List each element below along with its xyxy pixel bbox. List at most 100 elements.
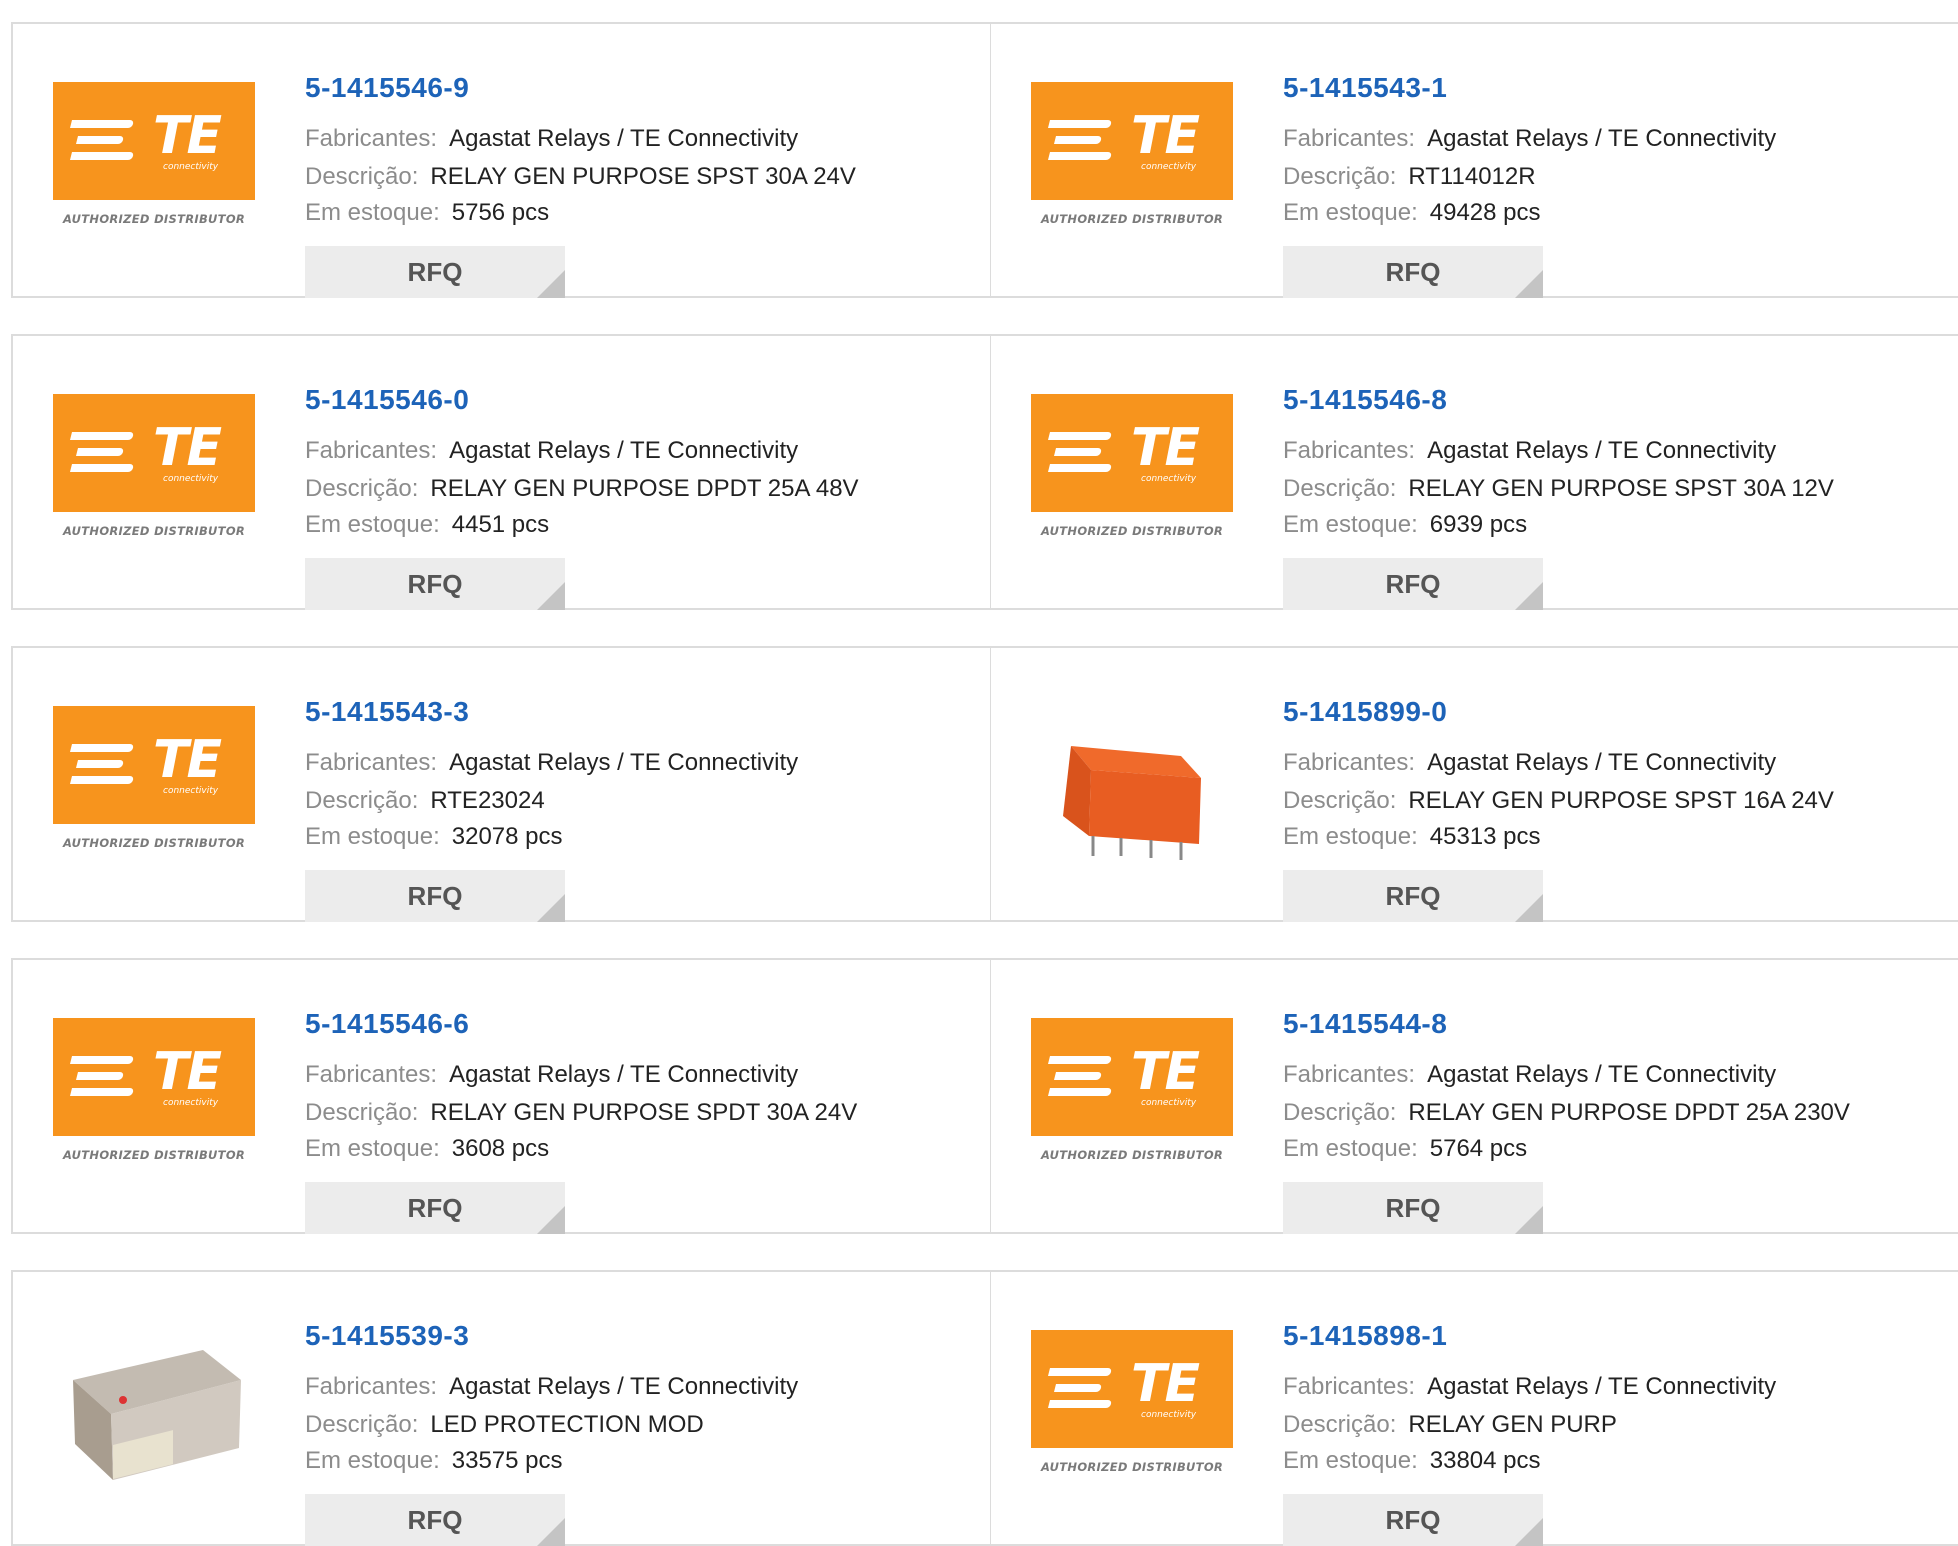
description-value: RELAY GEN PURPOSE SPST 30A 24V: [430, 163, 856, 190]
stock-row: Em estoque: 5756 pcs: [305, 199, 549, 227]
manufacturer-row: Fabricantes: Agastat Relays / TE Connecti…: [1283, 125, 1776, 153]
te-logo-text: TE: [153, 106, 222, 166]
stock-label: Em estoque:: [1283, 823, 1418, 850]
description-row: Descrição: LED PROTECTION MOD: [305, 1411, 704, 1439]
rfq-button[interactable]: RFQ: [305, 1494, 565, 1546]
product-image[interactable]: TE connectivity AUTHORIZED DISTRIBUTOR: [53, 1018, 255, 1174]
part-number-link[interactable]: 5-1415546-9: [305, 72, 469, 104]
authorized-distributor-label: AUTHORIZED DISTRIBUTOR: [1040, 524, 1224, 538]
rfq-button[interactable]: RFQ: [1283, 246, 1543, 298]
stock-row: Em estoque: 33575 pcs: [305, 1447, 563, 1475]
part-number-link[interactable]: 5-1415898-1: [1283, 1320, 1447, 1352]
manufacturer-label: Fabricantes:: [305, 1061, 438, 1088]
part-number-link[interactable]: 5-1415539-3: [305, 1320, 469, 1352]
description-value: RELAY GEN PURP: [1408, 1411, 1617, 1438]
te-logo-text: TE: [153, 730, 222, 790]
te-logo-box: TE connectivity: [53, 82, 255, 200]
stock-value: 3608 pcs: [451, 1135, 550, 1162]
part-number-link[interactable]: 5-1415546-6: [305, 1008, 469, 1040]
rfq-button[interactable]: RFQ: [305, 246, 565, 298]
manufacturer-row: Fabricantes: Agastat Relays / TE Connecti…: [305, 125, 798, 153]
te-logo-box: TE connectivity: [1031, 82, 1233, 200]
description-label: Descrição:: [305, 1099, 419, 1126]
part-number-link[interactable]: 5-1415546-8: [1283, 384, 1447, 416]
product-image[interactable]: TE connectivity AUTHORIZED DISTRIBUTOR: [53, 82, 255, 238]
rfq-button[interactable]: RFQ: [305, 1182, 565, 1234]
stock-label: Em estoque:: [305, 199, 440, 226]
product-image[interactable]: TE connectivity AUTHORIZED DISTRIBUTOR: [1031, 1018, 1233, 1174]
manufacturer-label: Fabricantes:: [1283, 749, 1416, 776]
description-label: Descrição:: [1283, 787, 1397, 814]
manufacturer-value: Agastat Relays / TE Connectivity: [449, 1373, 799, 1400]
product-image[interactable]: [1031, 686, 1233, 886]
rfq-button[interactable]: RFQ: [1283, 870, 1543, 922]
te-logo-tagline: connectivity: [163, 474, 219, 484]
rfq-button-label: RFQ: [1385, 569, 1441, 599]
product-image[interactable]: TE connectivity AUTHORIZED DISTRIBUTOR: [1031, 82, 1233, 238]
product-grid: TE connectivity AUTHORIZED DISTRIBUTOR 5…: [0, 0, 1958, 1546]
te-logo-bars: [1048, 432, 1112, 480]
description-row: Descrição: RELAY GEN PURPOSE DPDT 25A 48V: [305, 475, 859, 503]
te-logo-box: TE connectivity: [1031, 394, 1233, 512]
stock-row: Em estoque: 5764 pcs: [1283, 1135, 1527, 1163]
description-value: RELAY GEN PURPOSE SPDT 30A 24V: [430, 1099, 858, 1126]
rfq-button[interactable]: RFQ: [305, 558, 565, 610]
rfq-button[interactable]: RFQ: [1283, 1494, 1543, 1546]
product-image[interactable]: TE connectivity AUTHORIZED DISTRIBUTOR: [53, 394, 255, 550]
manufacturer-label: Fabricantes:: [1283, 1373, 1416, 1400]
manufacturer-label: Fabricantes:: [305, 749, 438, 776]
te-logo-box: TE connectivity: [53, 706, 255, 824]
manufacturer-row: Fabricantes: Agastat Relays / TE Connecti…: [1283, 749, 1776, 777]
manufacturer-value: Agastat Relays / TE Connectivity: [449, 1061, 799, 1088]
stock-row: Em estoque: 33804 pcs: [1283, 1447, 1541, 1475]
stock-label: Em estoque:: [1283, 1135, 1418, 1162]
part-number-link[interactable]: 5-1415899-0: [1283, 696, 1447, 728]
description-value: RELAY GEN PURPOSE DPDT 25A 48V: [430, 475, 859, 502]
product-image[interactable]: [53, 1310, 255, 1510]
product-card: TE connectivity AUTHORIZED DISTRIBUTOR 5…: [990, 1270, 1958, 1546]
authorized-distributor-label: AUTHORIZED DISTRIBUTOR: [1040, 212, 1224, 226]
te-logo-bars: [70, 1056, 134, 1104]
stock-value: 33804 pcs: [1429, 1447, 1541, 1474]
part-number-link[interactable]: 5-1415543-3: [305, 696, 469, 728]
rfq-button[interactable]: RFQ: [1283, 558, 1543, 610]
manufacturer-value: Agastat Relays / TE Connectivity: [449, 437, 799, 464]
rfq-corner-decoration: [1515, 894, 1543, 922]
te-logo-box: TE connectivity: [1031, 1330, 1233, 1448]
part-number-link[interactable]: 5-1415546-0: [305, 384, 469, 416]
manufacturer-row: Fabricantes: Agastat Relays / TE Connecti…: [1283, 437, 1776, 465]
te-logo-text: TE: [1131, 418, 1200, 478]
description-value: RELAY GEN PURPOSE SPST 16A 24V: [1408, 787, 1834, 814]
rfq-button-label: RFQ: [407, 1193, 463, 1223]
rfq-corner-decoration: [537, 582, 565, 610]
manufacturer-row: Fabricantes: Agastat Relays / TE Connecti…: [305, 1061, 798, 1089]
te-logo-tagline: connectivity: [1141, 162, 1197, 172]
stock-row: Em estoque: 3608 pcs: [305, 1135, 549, 1163]
product-card: 5-1415899-0 Fabricantes: Agastat Relays /…: [990, 646, 1958, 922]
rfq-button[interactable]: RFQ: [305, 870, 565, 922]
rfq-button-label: RFQ: [1385, 257, 1441, 287]
part-number-link[interactable]: 5-1415544-8: [1283, 1008, 1447, 1040]
product-image[interactable]: TE connectivity AUTHORIZED DISTRIBUTOR: [53, 706, 255, 862]
te-logo-text: TE: [153, 418, 222, 478]
stock-label: Em estoque:: [305, 1447, 440, 1474]
rfq-corner-decoration: [537, 1518, 565, 1546]
description-value: RTE23024: [430, 787, 545, 814]
part-number-link[interactable]: 5-1415543-1: [1283, 72, 1447, 104]
stock-value: 49428 pcs: [1429, 199, 1541, 226]
relay-photo: [1031, 686, 1233, 886]
product-image[interactable]: TE connectivity AUTHORIZED DISTRIBUTOR: [1031, 394, 1233, 550]
stock-value: 32078 pcs: [451, 823, 563, 850]
authorized-distributor-label: AUTHORIZED DISTRIBUTOR: [62, 212, 246, 226]
rfq-button[interactable]: RFQ: [1283, 1182, 1543, 1234]
te-logo-text: TE: [153, 1042, 222, 1102]
manufacturer-label: Fabricantes:: [1283, 437, 1416, 464]
rfq-corner-decoration: [1515, 1518, 1543, 1546]
description-row: Descrição: RELAY GEN PURPOSE SPST 30A 12V: [1283, 475, 1834, 503]
product-card: TE connectivity AUTHORIZED DISTRIBUTOR 5…: [11, 958, 991, 1234]
description-row: Descrição: RT114012R: [1283, 163, 1536, 191]
manufacturer-label: Fabricantes:: [305, 437, 438, 464]
rfq-corner-decoration: [537, 1206, 565, 1234]
description-row: Descrição: RELAY GEN PURPOSE SPST 16A 24V: [1283, 787, 1834, 815]
product-image[interactable]: TE connectivity AUTHORIZED DISTRIBUTOR: [1031, 1330, 1233, 1486]
